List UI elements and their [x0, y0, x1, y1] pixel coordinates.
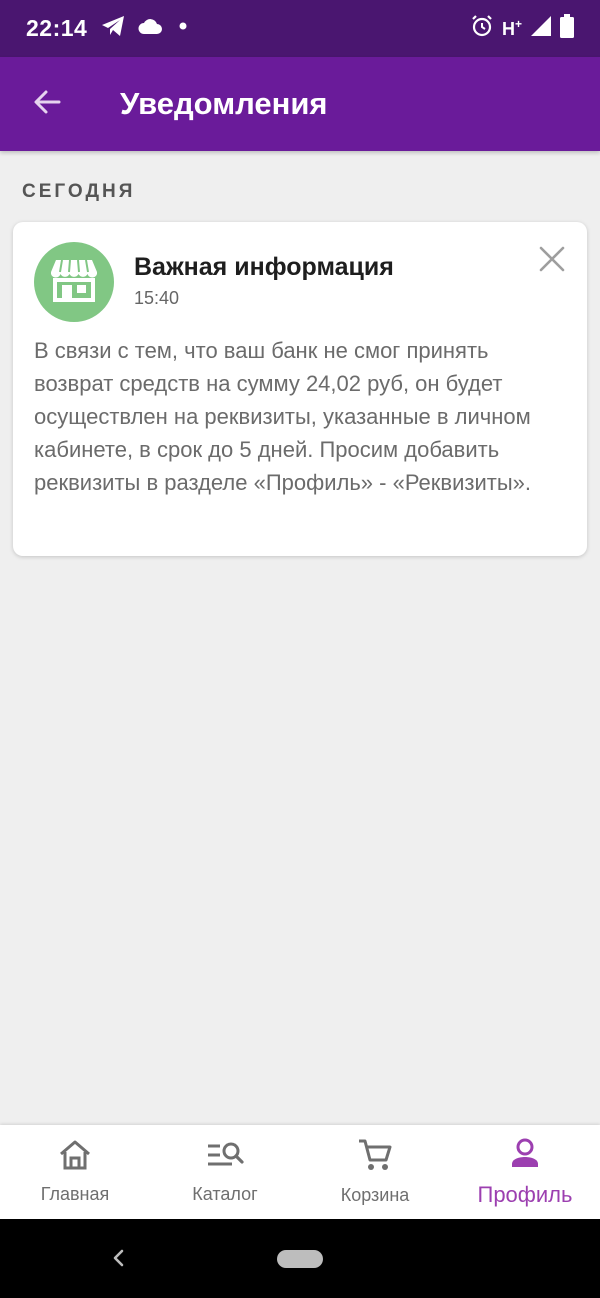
- network-type: H+: [501, 17, 522, 39]
- notifications-screen: 22:14 H+ Уведомления СЕГОДНЯ Важная инфо…: [0, 0, 600, 1298]
- status-time: 22:14: [26, 15, 88, 41]
- back-button[interactable]: [0, 57, 94, 151]
- cart-icon: [357, 1138, 393, 1177]
- section-header-today: СЕГОДНЯ: [22, 181, 136, 202]
- app-bar: Уведомления: [0, 57, 600, 151]
- notification-avatar: [34, 242, 114, 322]
- nav-label-catalog: Каталог: [192, 1184, 258, 1204]
- dot-icon: [175, 18, 191, 39]
- nav-item-profile[interactable]: Профиль: [450, 1125, 600, 1219]
- notification-card[interactable]: Важная информация 15:40 В связи с тем, ч…: [13, 222, 587, 556]
- nav-item-home[interactable]: Главная: [0, 1125, 150, 1219]
- page-title: Уведомления: [120, 86, 328, 121]
- dismiss-button[interactable]: [533, 242, 571, 280]
- notification-body: В связи с тем, что ваш банк не смог прин…: [34, 338, 531, 495]
- system-navigation-bar: [0, 1219, 600, 1298]
- nav-item-catalog[interactable]: Каталог: [150, 1125, 300, 1219]
- alarm-icon: [470, 14, 494, 43]
- signal-icon: [530, 15, 552, 42]
- nav-label-profile: Профиль: [477, 1181, 573, 1207]
- system-back-icon[interactable]: [104, 1243, 134, 1273]
- bottom-navigation: Главная Каталог Корзина Профиль: [0, 1125, 600, 1219]
- system-home-pill[interactable]: [277, 1249, 323, 1268]
- catalog-search-icon: [206, 1139, 244, 1176]
- home-icon: [58, 1139, 92, 1176]
- arrow-back-icon: [32, 87, 62, 122]
- notification-time: 15:40: [134, 288, 180, 308]
- person-icon: [509, 1137, 541, 1174]
- status-bar: 22:14 H+: [0, 0, 600, 57]
- close-icon: [539, 246, 565, 277]
- cloud-icon: [137, 17, 163, 40]
- nav-label-cart: Корзина: [340, 1185, 410, 1205]
- telegram-icon: [101, 15, 125, 42]
- nav-label-home: Главная: [40, 1184, 110, 1204]
- notification-title: Важная информация: [134, 253, 394, 281]
- store-icon: [50, 258, 98, 307]
- battery-icon: [560, 14, 574, 43]
- nav-item-cart[interactable]: Корзина: [300, 1125, 450, 1219]
